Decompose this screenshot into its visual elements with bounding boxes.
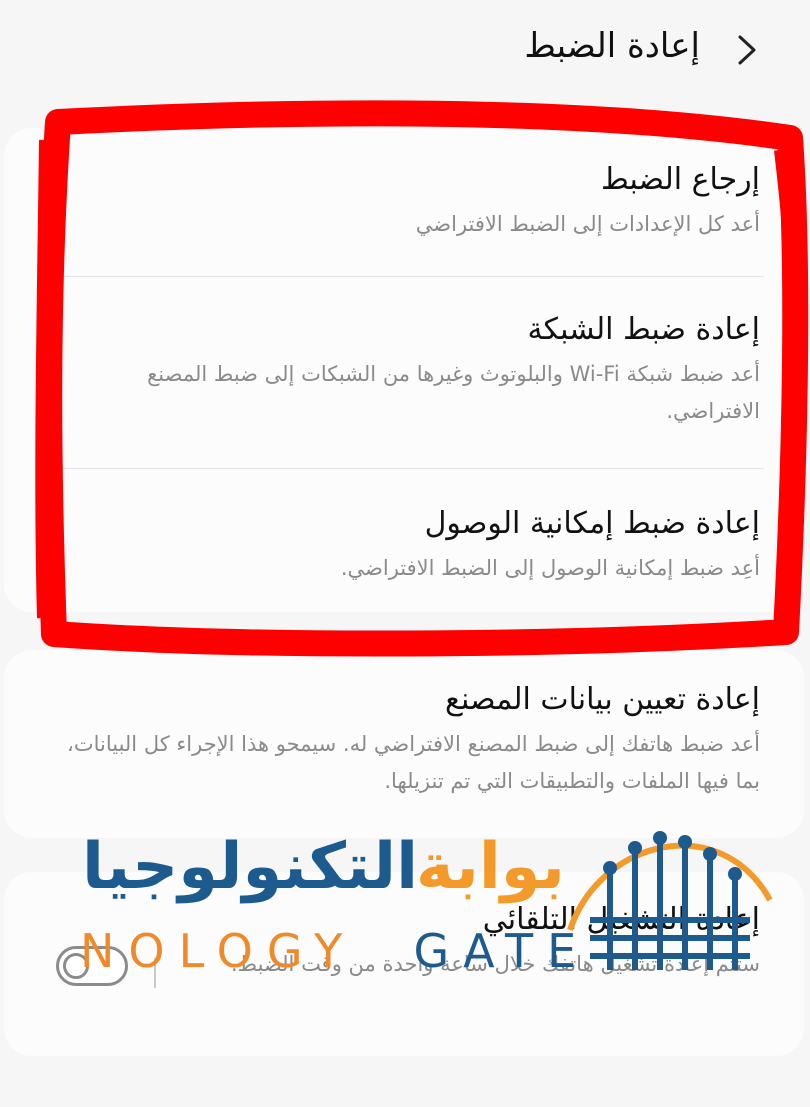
reset-network-title: إعادة ضبط الشبكة [527,312,760,347]
factory-reset-card: إعادة تعيين بيانات المصنع أعد ضبط هاتفك … [4,650,804,838]
toggle-switch-icon [63,953,89,979]
factory-reset-title: إعادة تعيين بيانات المصنع [445,682,760,717]
reset-accessibility-title: إعادة ضبط إمكانية الوصول [424,506,760,541]
header: إعادة الضبط [0,22,810,82]
reset-settings-item[interactable]: إرجاع الضبط أعد كل الإعدادات إلى الضبط ا… [4,160,804,243]
factory-reset-item[interactable]: إعادة تعيين بيانات المصنع أعد ضبط هاتفك … [4,680,804,800]
reset-accessibility-subtitle: أعِد ضبط إمكانية الوصول إلى الضبط الافتر… [340,556,760,580]
toggle-separator [154,958,156,988]
reset-network-item[interactable]: إعادة ضبط الشبكة أعد ضبط شبكة Wi-Fi والب… [4,310,804,430]
back-button[interactable] [730,30,764,70]
auto-restart-card: إعادة التشغيل التلقائي ستتم إعادة تشغيل … [4,872,804,1056]
divider [44,468,764,469]
reset-accessibility-item[interactable]: إعادة ضبط إمكانية الوصول أعِد ضبط إمكاني… [4,504,804,587]
page-title: إعادة الضبط [524,26,700,66]
auto-restart-subtitle: ستتم إعادة تشغيل هاتفك خلال ساعة واحدة م… [231,952,760,976]
reset-network-subtitle: أعد ضبط شبكة Wi-Fi والبلوتوث وغيرها من ا… [147,362,760,423]
reset-settings-title: إرجاع الضبط [601,162,760,197]
reset-settings-subtitle: أعد كل الإعدادات إلى الضبط الافتراضي [415,212,760,236]
reset-options-card: إرجاع الضبط أعد كل الإعدادات إلى الضبط ا… [4,128,804,612]
auto-restart-title: إعادة التشغيل التلقائي [482,902,760,937]
divider [44,276,764,277]
auto-restart-toggle[interactable] [56,946,128,986]
chevron-right-icon [738,35,756,65]
factory-reset-subtitle: أعد ضبط هاتفك إلى ضبط المصنع الافتراضي ل… [67,732,760,793]
